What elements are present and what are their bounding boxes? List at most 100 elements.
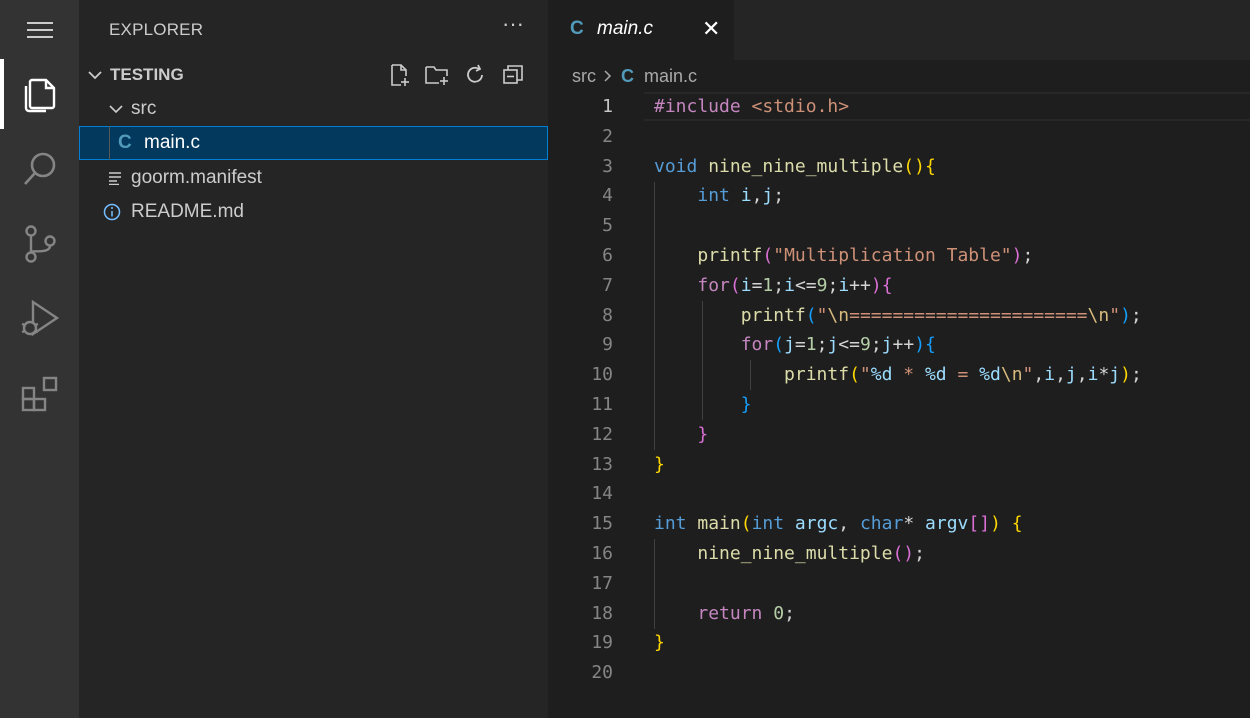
code-token: ; [816,334,828,356]
code-token: nine_nine_multiple [697,543,893,564]
code-line[interactable]: 20 [548,658,1250,688]
editor: C main.c ✕ src C main.c 1 #include <stdio… [548,0,1250,718]
info-icon [103,203,121,221]
extensions-icon[interactable] [0,359,79,429]
line-number: 20 [591,662,613,684]
code-token: %d [870,364,893,386]
code-line[interactable]: 18 return 0; [548,599,1250,629]
menu-icon[interactable] [0,0,79,65]
code-token: int [751,513,795,535]
code-token: <stdio.h> [751,96,850,117]
code-line[interactable]: 2 [548,122,1250,152]
tree-folder-src[interactable]: src [79,92,548,126]
breadcrumb: src C main.c [572,64,697,88]
tab-main-c[interactable]: C main.c ✕ [548,0,734,60]
code-line[interactable]: 12 } [548,420,1250,450]
line-number: 12 [591,423,613,445]
line-number: 19 [591,632,613,654]
code-line[interactable]: 3 void nine_nine_multiple(){ [548,152,1250,182]
code-token: ; [827,274,839,296]
line-number: 3 [602,155,613,177]
refresh-icon[interactable] [462,62,488,88]
new-folder-icon[interactable] [424,62,450,88]
code-line[interactable]: 13} [548,450,1250,480]
code-token: ; [784,602,795,624]
code-token: ====================== [849,304,1088,326]
source-control-icon[interactable] [0,209,79,279]
tree-item-label: main.c [144,132,200,153]
code-line[interactable]: 7 for(i=1;i<=9;i++){ [548,271,1250,301]
line-number: 6 [602,245,613,266]
line-number: 18 [591,602,613,624]
tree-file-goorm-manifest[interactable]: goorm.manifest [79,161,548,195]
code-token: * [903,513,926,535]
code-line[interactable]: 17 [548,569,1250,599]
code-line[interactable]: 5 [548,211,1250,241]
code-line[interactable]: 19} [548,628,1250,658]
code-token: i [1087,364,1099,386]
code-token: \n [1000,364,1023,386]
code-token: \n [1087,304,1110,326]
code-token: argv [925,513,969,535]
line-number: 11 [591,394,613,415]
breadcrumb-file[interactable]: main.c [644,66,697,87]
code-token: #include [654,96,752,117]
code-token: <= [838,334,860,356]
code-token: " [816,304,828,326]
line-number: 15 [591,513,613,535]
code-line[interactable]: 8 printf("\n======================\n"); [548,301,1250,331]
tree-item-label: src [131,98,157,119]
search-icon[interactable] [0,134,79,204]
run-debug-icon[interactable] [0,284,79,354]
explorer-header: EXPLORER ··· [79,0,548,60]
tree-file-readme[interactable]: README.md [79,195,548,229]
code-editor[interactable]: 1 #include <stdio.h> 2 3 void nine_nine_mult… [548,92,1250,718]
code-token: main [697,513,741,535]
code-line[interactable]: 15 int main(int argc, char* argv[]) { [548,509,1250,539]
code-token: printf [784,364,850,386]
code-text: return 0; [654,599,795,629]
code-token: 1 [805,334,817,356]
code-token: ( [903,155,915,177]
code-line[interactable]: 11 } [548,390,1250,420]
code-token: argc [794,513,839,535]
code-token: return [697,602,774,624]
code-token: , [751,185,763,207]
c-file-icon: C [118,132,132,153]
section-testing[interactable]: TESTING [79,58,548,92]
code-token: } [697,423,709,445]
line-number: 2 [602,125,613,147]
code-token: for [740,334,774,356]
line-number: 14 [591,483,613,505]
code-line[interactable]: 4 int i,j; [548,181,1250,211]
code-line[interactable]: 16 nine_nine_multiple(); [548,539,1250,569]
code-token: for [697,274,730,296]
code-text: int i,j; [654,181,784,211]
code-token: %d [979,364,1001,386]
new-file-icon[interactable] [386,62,412,88]
chevron-down-icon [109,105,123,114]
code-line[interactable]: 1 #include <stdio.h> [548,92,1250,122]
code-line[interactable]: 9 for(j=1;j<=9;j++){ [548,330,1250,360]
code-line[interactable]: 14 [548,479,1250,509]
code-token: ; [773,185,785,207]
more-actions-icon[interactable]: ··· [499,13,527,42]
code-line[interactable]: 10 printf("%d * %d = %d\n",i,j,i*j); [548,360,1250,390]
code-text: printf("%d * %d = %d\n",i,j,i*j); [654,360,1142,390]
code-token: ; [1130,304,1142,326]
breadcrumb-folder[interactable]: src [572,66,596,87]
code-token: 9 [859,334,871,356]
code-token: "Multiplication Table" [773,245,1012,266]
tree-file-main-c[interactable]: C main.c [79,126,548,160]
code-line[interactable]: 6 printf("Multiplication Table"); [548,241,1250,271]
explorer-icon[interactable] [0,59,79,129]
chevron-down-icon [88,71,102,80]
collapse-all-icon[interactable] [500,62,526,88]
code-token: " [1022,364,1034,386]
close-icon[interactable]: ✕ [702,17,720,41]
code-token: { [1011,513,1023,535]
section-label: TESTING [110,65,184,84]
activity-bar [0,0,79,718]
code-token: { [881,274,893,296]
indent-guide [109,126,110,160]
